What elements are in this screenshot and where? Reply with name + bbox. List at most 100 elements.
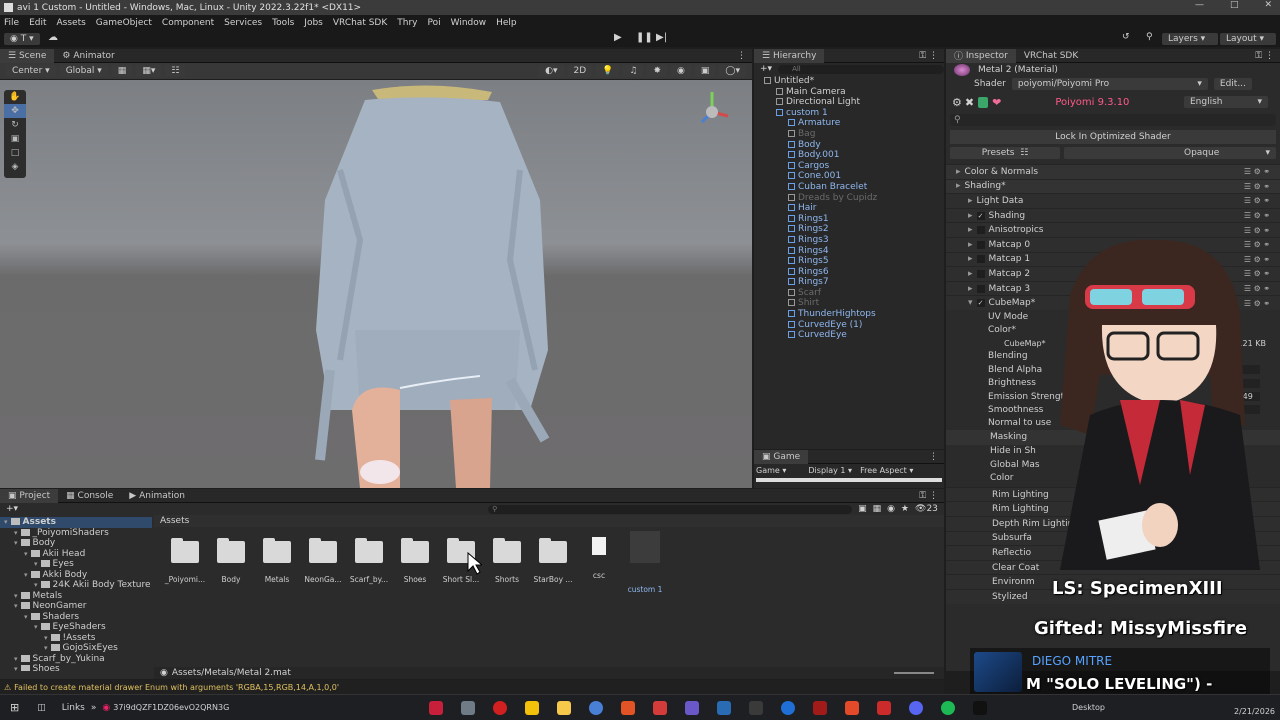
project-folder-item[interactable]: ▾ _PoiyomiShaders <box>0 528 152 539</box>
hierarchy-item[interactable]: Scarf <box>754 288 944 299</box>
zoom-slider[interactable] <box>894 672 934 674</box>
asset-item[interactable]: Scarf_by... <box>346 538 392 584</box>
streamlabs-icon[interactable] <box>845 700 860 715</box>
expand-arrow-icon[interactable]: ▾ <box>14 539 18 547</box>
section-toggle-checkbox[interactable] <box>976 226 985 235</box>
project-folder-item[interactable]: ▾ Metals <box>0 591 152 602</box>
section-toggle-checkbox[interactable] <box>976 240 985 249</box>
hierarchy-item[interactable]: CurvedEye (1) <box>754 320 944 331</box>
discord-icon[interactable] <box>909 700 924 715</box>
expand-arrow-icon[interactable]: ▸ <box>968 254 973 264</box>
hand-tool-icon[interactable]: ✋ <box>4 90 26 104</box>
camera-icon[interactable]: ▣ <box>694 65 716 77</box>
asset-item[interactable]: csc <box>576 537 622 580</box>
adobe-icon[interactable] <box>653 700 668 715</box>
expand-arrow-icon[interactable]: ▾ <box>34 581 38 589</box>
expand-arrow-icon[interactable]: ▸ <box>968 211 973 221</box>
hierarchy-item[interactable]: Rings1 <box>754 214 944 225</box>
project-folder-item[interactable]: ▾ EyeShaders <box>0 622 152 633</box>
create-icon[interactable]: +▾ <box>6 504 18 514</box>
asset-item[interactable]: Body <box>208 538 254 584</box>
search-icon[interactable]: ⚲ <box>1146 32 1153 42</box>
inspector-menu-icon[interactable]: ⚿ ⋮ <box>1255 51 1274 61</box>
project-folder-item[interactable]: ▾ Eyes <box>0 559 152 570</box>
hierarchy-item[interactable]: Armature <box>754 118 944 129</box>
expand-arrow-icon[interactable]: ▾ <box>14 655 18 663</box>
menu-item-tools[interactable]: Tools <box>272 18 294 28</box>
spotify-link[interactable]: 37i9dQZF1DZ06evO2QRN3G <box>113 703 229 712</box>
menu-item-gameobject[interactable]: GameObject <box>96 18 152 28</box>
hierarchy-item[interactable]: Cargos <box>754 161 944 172</box>
settings-icon[interactable]: ⚙ <box>952 96 962 109</box>
account-button[interactable]: ◉ T ▾ <box>4 33 40 45</box>
tab-hierarchy[interactable]: ☰ Hierarchy <box>754 48 825 63</box>
expand-arrow-icon[interactable]: ▸ <box>968 269 973 279</box>
tab-game[interactable]: ▣ Game <box>754 449 809 464</box>
tab-vrchat-sdk[interactable]: VRChat SDK <box>1016 49 1086 63</box>
unity-hub-icon[interactable] <box>749 700 764 715</box>
vrchat-icon[interactable] <box>685 700 700 715</box>
inspector-section[interactable]: ▸ Shading* ☰ ⚙ ⚭ <box>946 178 1280 194</box>
scene-viewport[interactable]: ✋ ✥ ↻ ▣ □ ◈ <box>0 80 752 488</box>
increment-icon[interactable]: ☷ <box>165 65 186 77</box>
project-folder-item[interactable]: ▾ 24K Akii Body Texture <box>0 580 152 591</box>
tab-project[interactable]: ▣ Project <box>0 488 59 503</box>
lighting-icon[interactable]: 💡 <box>596 65 620 77</box>
hierarchy-item[interactable]: ThunderHightops <box>754 309 944 320</box>
snap-icon[interactable]: ▦▾ <box>136 65 162 77</box>
game-view-dropdown[interactable]: Game ▾ <box>756 466 786 475</box>
project-folder-item[interactable]: ▾ Akii Head <box>0 549 152 560</box>
section-toggle-checkbox[interactable] <box>976 255 985 264</box>
x-icon[interactable] <box>973 700 988 715</box>
menu-item-assets[interactable]: Assets <box>57 18 86 28</box>
expand-arrow-icon[interactable]: ▸ <box>968 240 973 250</box>
space-dropdown[interactable]: Global ▾ <box>59 65 108 77</box>
expand-arrow-icon[interactable]: ▸ <box>968 284 973 294</box>
hierarchy-item[interactable]: Rings3 <box>754 235 944 246</box>
expand-arrow-icon[interactable]: ▾ <box>14 602 18 610</box>
edit-shader-button[interactable]: Edit... <box>1213 77 1252 90</box>
expand-arrow-icon[interactable]: ▸ <box>968 196 973 206</box>
hierarchy-item[interactable]: Rings7 <box>754 277 944 288</box>
app-icon[interactable] <box>461 700 476 715</box>
steam-icon[interactable] <box>717 700 732 715</box>
inspector-section[interactable]: ▸ Color & Normals ☰ ⚙ ⚭ <box>946 164 1280 179</box>
hierarchy-item[interactable]: CurvedEye <box>754 330 944 341</box>
lock-in-button[interactable]: Lock In Optimized Shader <box>950 130 1276 144</box>
menu-item-poi[interactable]: Poi <box>428 18 441 28</box>
asset-item[interactable]: _Poiyomi... <box>162 538 208 584</box>
status-bar[interactable]: ⚠ Failed to create material drawer Enum … <box>0 680 944 694</box>
desktop-toolbar[interactable]: Desktop <box>1072 703 1105 712</box>
asset-breadcrumb[interactable]: Assets <box>154 515 944 527</box>
expand-arrow-icon[interactable]: ▾ <box>24 550 28 558</box>
hierarchy-item[interactable]: Directional Light <box>754 97 944 108</box>
asset-item[interactable]: NeonGa... <box>300 538 346 584</box>
play-icon[interactable]: ▶ <box>614 32 622 43</box>
hierarchy-item[interactable]: Cone.001 <box>754 171 944 182</box>
project-folder-item[interactable]: ▾ !Assets <box>0 633 152 644</box>
step-icon[interactable]: ▶| <box>656 32 667 43</box>
presets-button[interactable]: Presets ☷ <box>950 147 1060 159</box>
audio-icon[interactable]: ♫ <box>623 65 644 77</box>
section-tools-icons[interactable]: ☰ ⚙ ⚭ <box>1244 182 1270 191</box>
property-search-input[interactable]: ⚲ <box>950 114 1276 126</box>
spotify-icon[interactable] <box>941 700 956 715</box>
menu-item-file[interactable]: File <box>4 18 19 28</box>
render-mode-dropdown[interactable]: Opaque ▾ <box>1064 147 1276 159</box>
menu-item-window[interactable]: Window <box>451 18 487 28</box>
tab-animator[interactable]: ⚙ Animator <box>54 49 122 63</box>
mode-2d-button[interactable]: 2D <box>567 65 593 77</box>
hierarchy-item[interactable]: Rings2 <box>754 224 944 235</box>
effects-icon[interactable]: ✸ <box>647 65 668 77</box>
hierarchy-item[interactable]: Untitled* <box>754 76 944 87</box>
expand-arrow-icon[interactable]: ▾ <box>34 623 38 631</box>
expand-arrow-icon[interactable]: ▾ <box>44 644 48 652</box>
game-icon[interactable] <box>525 700 540 715</box>
acrobat-icon[interactable] <box>429 700 444 715</box>
chevron-icon[interactable]: » <box>91 703 97 713</box>
links-toolbar[interactable]: Links <box>62 703 85 713</box>
grid-icon[interactable]: ▦ <box>111 65 133 77</box>
pivot-dropdown[interactable]: Center ▾ <box>6 65 56 77</box>
game-menu-icon[interactable]: ⋮ <box>929 452 938 462</box>
project-folder-item[interactable]: ▾ Scarf_by_Yukina <box>0 654 152 665</box>
